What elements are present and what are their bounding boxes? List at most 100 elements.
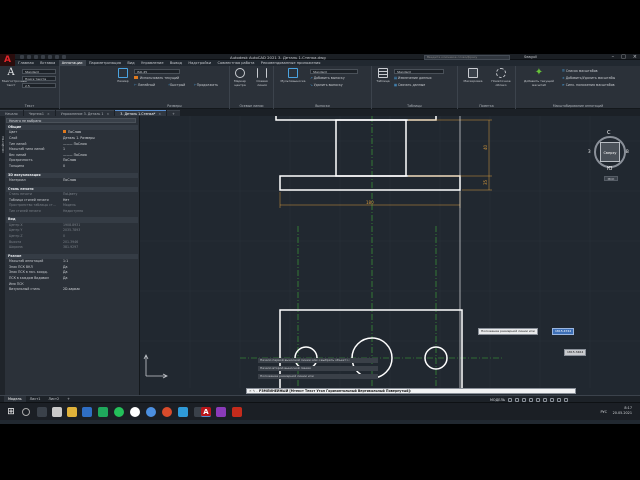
property-value[interactable]: 0 bbox=[63, 164, 65, 169]
property-value[interactable]: ——— ПоСлою bbox=[63, 153, 87, 158]
user-name[interactable]: Seagull bbox=[524, 55, 537, 59]
property-value[interactable]: ПоСлою bbox=[63, 158, 76, 163]
input-language[interactable]: РУС bbox=[601, 410, 607, 414]
compass-north[interactable]: С bbox=[607, 130, 611, 136]
property-row[interactable]: Пространство таблицы ст... Модель bbox=[6, 203, 138, 208]
property-row[interactable]: Масштаб типа линий 1 bbox=[6, 147, 138, 152]
property-value[interactable]: Да bbox=[63, 270, 67, 275]
lineweight-toggle-icon[interactable] bbox=[543, 397, 548, 402]
grid-toggle-icon[interactable] bbox=[508, 397, 513, 402]
property-row[interactable]: Слой Деталь 1. Размеры bbox=[6, 136, 138, 141]
center-mark-button[interactable]: Маркер центра bbox=[231, 68, 249, 87]
property-value[interactable]: 381.9297 bbox=[63, 245, 78, 250]
app-red-icon[interactable] bbox=[232, 407, 242, 417]
property-row[interactable]: Стиль печати ПоЦвету bbox=[6, 192, 138, 197]
property-row[interactable]: Толщина 0 bbox=[6, 164, 138, 169]
property-value[interactable]: Да bbox=[63, 276, 67, 281]
viewcube[interactable]: Сверху С Ю В З bbox=[588, 130, 630, 172]
property-value[interactable]: 1908.8931 bbox=[63, 223, 80, 228]
property-section-header[interactable]: Вид bbox=[6, 217, 138, 223]
selection-dropdown[interactable]: Ничего не выбрано bbox=[6, 118, 136, 123]
telegram-icon[interactable] bbox=[178, 407, 188, 417]
search-icon[interactable] bbox=[22, 408, 30, 416]
undo-icon[interactable] bbox=[55, 55, 59, 59]
property-value[interactable]: Да bbox=[63, 265, 67, 270]
use-current-layer[interactable]: Использовать текущий bbox=[134, 76, 179, 81]
dimension-button[interactable]: Размер bbox=[114, 68, 132, 83]
continue-dim-button[interactable]: ⊢Продолжить bbox=[194, 83, 218, 88]
property-value[interactable]: Нет bbox=[63, 198, 69, 203]
viewcube-top-face[interactable]: Сверху bbox=[600, 142, 620, 162]
property-value[interactable]: 1 bbox=[63, 147, 65, 152]
property-row[interactable]: Центр Y 2035.7893 bbox=[6, 228, 138, 233]
property-row[interactable]: Вес линий ——— ПоСлою bbox=[6, 153, 138, 158]
property-value[interactable]: ПоСлою bbox=[63, 178, 76, 183]
dim-style-select[interactable]: ISO-25 bbox=[134, 69, 180, 74]
link-data-button[interactable]: ▦ Связать данные bbox=[394, 83, 425, 88]
property-value[interactable]: 201.3946 bbox=[63, 240, 78, 245]
compass-south[interactable]: Ю bbox=[607, 166, 612, 172]
property-row[interactable]: ПСК в каждом Видовом Да bbox=[6, 276, 138, 281]
property-row[interactable]: Визуальный стиль 2D-каркас bbox=[6, 287, 138, 292]
property-value[interactable]: ——— ПоСлою bbox=[63, 142, 87, 147]
mtext-button[interactable]: A Многострочный текст bbox=[2, 68, 27, 88]
property-value[interactable]: ПоЦвету bbox=[63, 192, 77, 197]
property-value[interactable]: 1:1 bbox=[63, 259, 68, 264]
plot-icon[interactable] bbox=[48, 55, 52, 59]
property-row[interactable]: Центр Z 0 bbox=[6, 234, 138, 239]
quick-dim-button[interactable]: ⚡Быстрый bbox=[168, 83, 185, 88]
workspace-gear-icon[interactable] bbox=[557, 397, 562, 402]
chrome-icon[interactable] bbox=[162, 407, 172, 417]
wcs-menu[interactable]: МСК bbox=[604, 176, 618, 181]
add-current-scale-button[interactable]: ✦ Добавить текущий масштаб bbox=[520, 68, 558, 88]
drawing-canvas[interactable]: 180 40 35 Сверху С Ю В З МСК Положение р… bbox=[140, 116, 640, 388]
add-leader-button[interactable]: ↗ Добавить выноску bbox=[310, 76, 345, 81]
new-icon[interactable] bbox=[20, 55, 24, 59]
property-value[interactable]: ПоСлою bbox=[63, 130, 81, 135]
center-line-button[interactable]: Осевая линия bbox=[253, 68, 271, 87]
compass-west[interactable]: З bbox=[588, 149, 591, 154]
wipeout-button[interactable]: Маскировка bbox=[460, 68, 486, 83]
skype-icon[interactable] bbox=[146, 407, 156, 417]
app-white-icon[interactable] bbox=[130, 407, 140, 417]
sync-scales-button[interactable]: ⟳ Синх. положения масштабов bbox=[562, 83, 615, 88]
annotation-scale-icon[interactable] bbox=[550, 397, 555, 402]
property-value[interactable]: 2D-каркас bbox=[63, 287, 80, 292]
text-height-select[interactable]: 2.5 bbox=[22, 83, 56, 88]
polar-toggle-icon[interactable] bbox=[529, 397, 534, 402]
ie-icon[interactable] bbox=[82, 407, 92, 417]
property-row[interactable]: Прозрачность ПоСлою bbox=[6, 158, 138, 163]
redo-icon[interactable] bbox=[62, 55, 66, 59]
property-section-header[interactable]: Стиль печати bbox=[6, 186, 138, 192]
app-logo[interactable]: A bbox=[0, 54, 15, 66]
property-row[interactable]: Имя ПСК bbox=[6, 282, 138, 287]
customize-menu-icon[interactable] bbox=[564, 397, 569, 402]
save-as-icon[interactable] bbox=[41, 55, 45, 59]
open-icon[interactable] bbox=[27, 55, 31, 59]
property-value[interactable]: 2035.7893 bbox=[63, 228, 80, 233]
property-row[interactable]: Центр X 1908.8931 bbox=[6, 223, 138, 228]
front-view[interactable] bbox=[275, 116, 461, 191]
compass-east[interactable]: В bbox=[626, 149, 629, 154]
file-explorer-icon[interactable] bbox=[67, 407, 77, 417]
property-row[interactable]: Таблица стилей печати Нет bbox=[6, 198, 138, 203]
property-row[interactable]: Тип стилей печати Недоступно bbox=[6, 209, 138, 214]
property-section-header[interactable]: 3D визуализация bbox=[6, 172, 138, 178]
add-delete-scales-button[interactable]: ± Добавить/Удалить масштабы bbox=[562, 76, 615, 81]
extract-data-button[interactable]: ▤ Извлечение данных bbox=[394, 76, 432, 81]
table-style-select[interactable]: Standard bbox=[394, 69, 444, 74]
property-row[interactable]: Тип линий ——— ПоСлою bbox=[6, 142, 138, 147]
property-value[interactable]: Модель bbox=[63, 203, 76, 208]
save-icon[interactable] bbox=[34, 55, 38, 59]
app-green-icon[interactable] bbox=[98, 407, 108, 417]
property-row[interactable]: Цвет ПоСлою bbox=[6, 130, 138, 135]
property-row[interactable]: Знак ПСК в нач. коорд. Да bbox=[6, 270, 138, 275]
command-line-input[interactable]: ✕ ✎ - РЗМЛИНЕЙНЫЙ [Мтекст Текст Угол Гор… bbox=[246, 388, 576, 394]
property-row[interactable]: Масштаб аннотаций 1:1 bbox=[6, 259, 138, 264]
app-purple-icon[interactable] bbox=[216, 407, 226, 417]
snap-toggle-icon[interactable] bbox=[515, 397, 520, 402]
find-text-input[interactable]: Поиск текста bbox=[22, 76, 56, 81]
windows-start-icon[interactable]: ⊞ bbox=[6, 407, 16, 417]
property-row[interactable]: Ширина 381.9297 bbox=[6, 245, 138, 250]
whatsapp-icon[interactable] bbox=[114, 407, 124, 417]
